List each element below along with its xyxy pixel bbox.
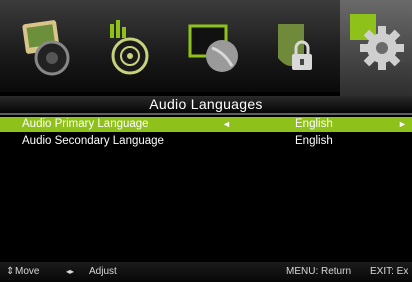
option-value: English [295,118,333,130]
move-hint: Move [15,266,40,277]
picture-icon [22,20,70,76]
page-title: Audio Languages [0,96,412,113]
tv-osd-menu: Audio Languages Audio Primary Language ◄… [0,0,412,282]
move-icon: ⇕ [6,266,15,277]
option-label: Audio Secondary Language [22,135,164,147]
channel-category[interactable] [176,8,250,88]
menu-return-hint: MENU: Return [286,266,352,277]
setup-category[interactable] [340,0,412,96]
channel-icon [188,24,238,72]
lock-category[interactable] [258,8,332,88]
setup-gear-icon [350,14,404,70]
option-row-audio-primary-language[interactable]: Audio Primary Language ◄ English ► [0,117,412,132]
title-divider [0,113,412,115]
sound-icon [110,20,149,75]
sound-category[interactable] [92,8,166,88]
exit-hint: EXIT: Ex [370,266,409,277]
right-arrow-icon[interactable]: ► [398,117,407,132]
picture-category[interactable] [12,8,86,88]
left-arrow-icon[interactable]: ◄ [222,117,231,132]
adjust-icon: ◂▸ [66,267,75,276]
option-label: Audio Primary Language [22,118,149,130]
lock-icon [278,24,312,70]
category-icon-bar [0,0,412,96]
adjust-hint: Adjust [89,266,117,277]
option-row-audio-secondary-language[interactable]: Audio Secondary Language English [0,134,412,149]
option-value: English [295,135,333,147]
hint-bar: ⇕ Move ◂▸ Adjust MENU: Return EXIT: Ex [0,262,412,282]
